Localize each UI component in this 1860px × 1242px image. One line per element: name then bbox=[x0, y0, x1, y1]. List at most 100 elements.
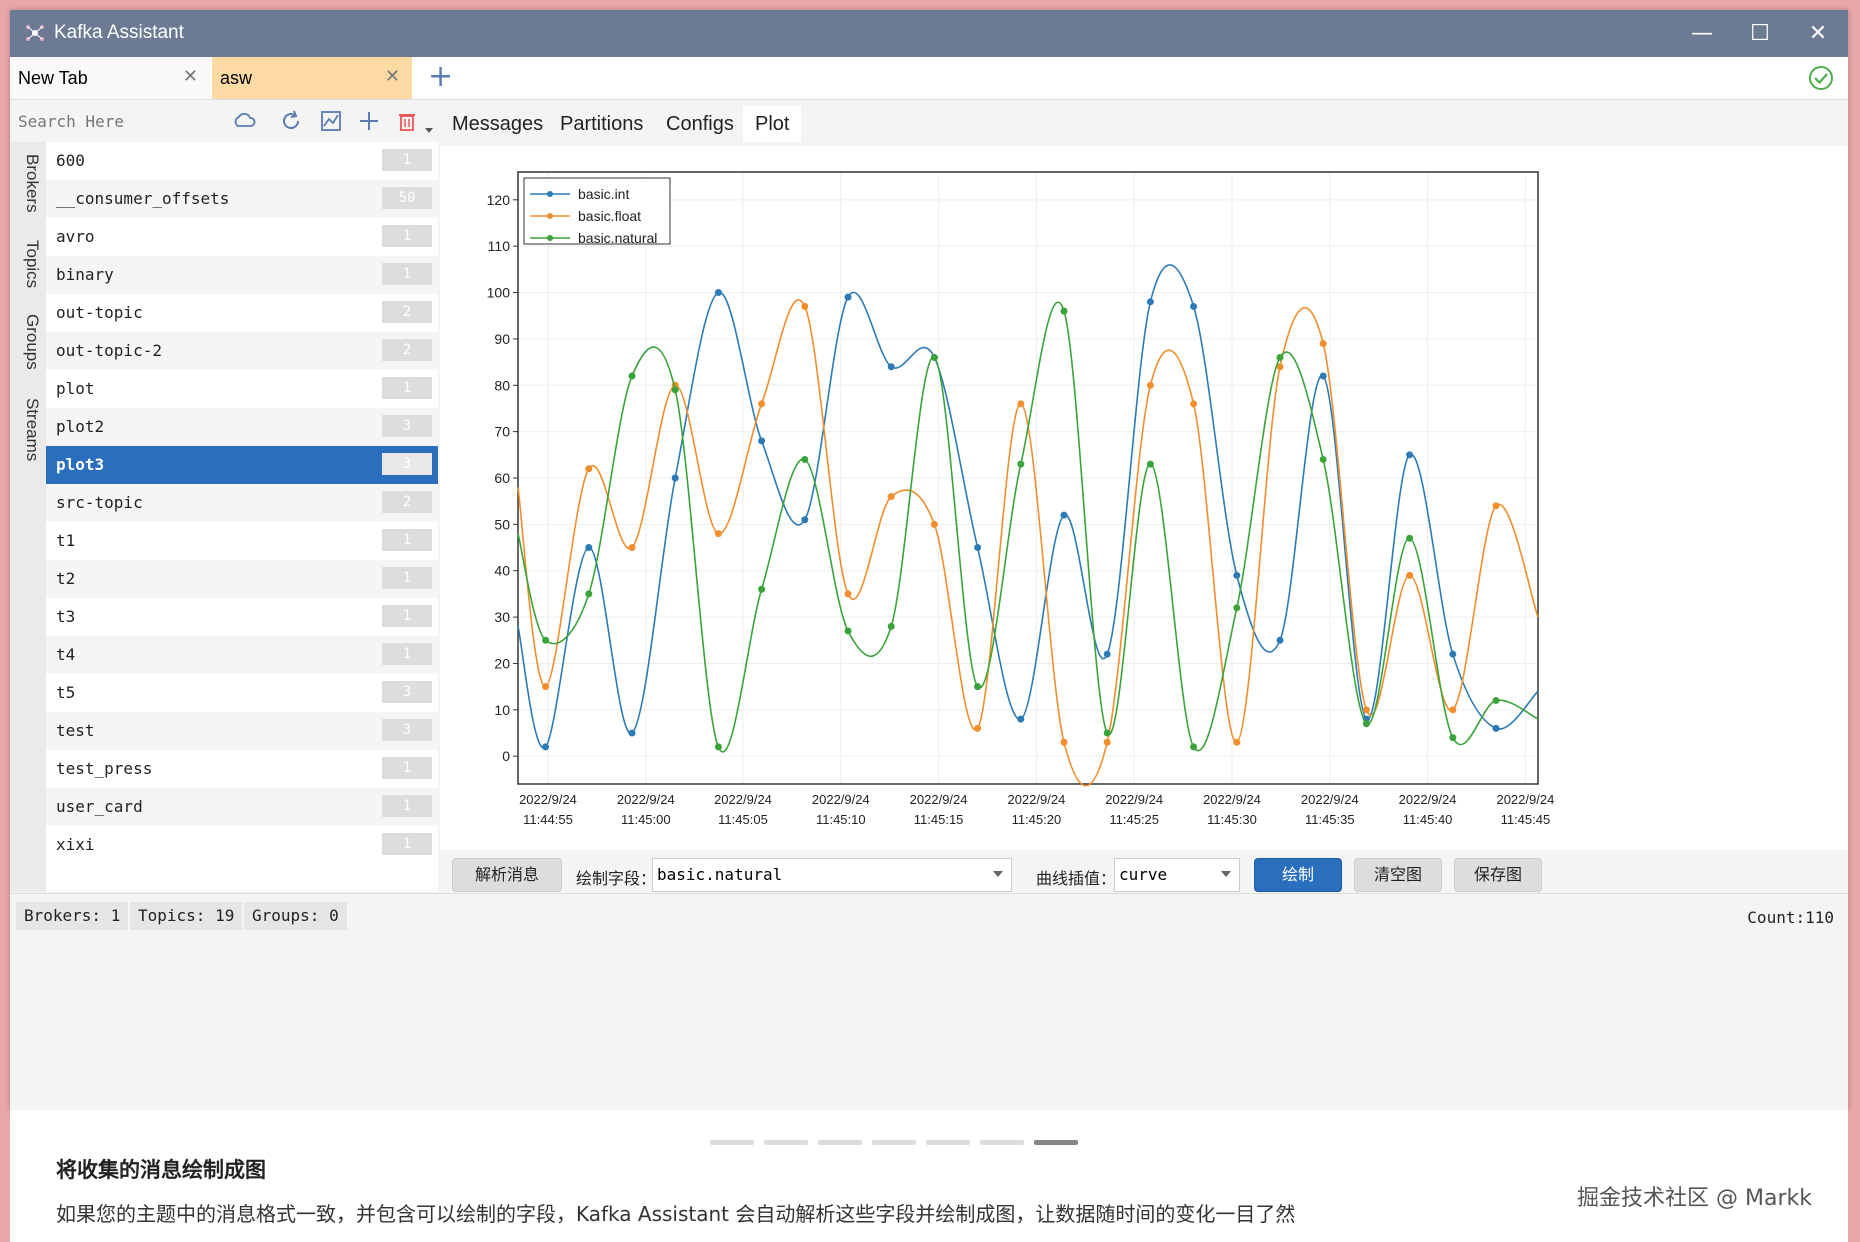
delete-icon[interactable] bbox=[394, 108, 420, 134]
x-tick-label: 2022/9/24 bbox=[812, 792, 870, 807]
interp-select-value: curve bbox=[1119, 865, 1168, 884]
topic-row[interactable]: t3 1 bbox=[46, 598, 438, 636]
data-point bbox=[1319, 372, 1327, 380]
topic-name: plot bbox=[56, 379, 95, 398]
topic-row[interactable]: t5 3 bbox=[46, 674, 438, 712]
partition-count-badge: 3 bbox=[382, 719, 432, 741]
partition-count-badge: 1 bbox=[382, 529, 432, 551]
carousel-dot[interactable] bbox=[764, 1140, 808, 1145]
close-tab-icon[interactable]: ✕ bbox=[183, 66, 198, 87]
topic-row[interactable]: xixi 1 bbox=[46, 826, 438, 864]
right-panel: Messages Partitions Configs Plot 0 10 20 30… bbox=[440, 100, 1848, 892]
topic-name: t4 bbox=[56, 645, 76, 664]
side-tab-brokers[interactable]: Brokers bbox=[14, 154, 42, 213]
side-tab-topics[interactable]: Topics bbox=[14, 240, 42, 288]
parse-messages-button[interactable]: 解析消息 bbox=[452, 858, 562, 892]
partition-count-badge: 1 bbox=[382, 225, 432, 247]
y-tick-label: 20 bbox=[494, 655, 510, 671]
tab-new-tab[interactable]: New Tab ✕ bbox=[10, 57, 210, 99]
draw-button[interactable]: 绘制 bbox=[1254, 858, 1342, 892]
topic-row[interactable]: src-topic 2 bbox=[46, 484, 438, 522]
close-window-icon[interactable]: ✕ bbox=[1788, 14, 1848, 54]
topic-row[interactable]: user_card 1 bbox=[46, 788, 438, 826]
topic-name: binary bbox=[56, 265, 114, 284]
y-tick-label: 40 bbox=[494, 563, 510, 579]
y-tick-label: 30 bbox=[494, 609, 510, 625]
data-point bbox=[1492, 697, 1500, 705]
add-tab-icon[interactable]: + bbox=[428, 59, 453, 94]
search-bar bbox=[10, 100, 438, 142]
partition-count-badge: 1 bbox=[382, 643, 432, 665]
data-point bbox=[1449, 734, 1457, 742]
chevron-down-icon bbox=[993, 871, 1003, 877]
topic-row[interactable]: __consumer_offsets 50 bbox=[46, 180, 438, 218]
clear-plot-button[interactable]: 清空图 bbox=[1354, 858, 1442, 892]
side-tabs: Brokers Topics Groups Streams bbox=[10, 142, 46, 892]
left-panel: Brokers Topics Groups Streams 600 1 __cons… bbox=[10, 100, 438, 892]
field-label: 绘制字段： bbox=[576, 869, 657, 888]
field-select[interactable]: basic.natural bbox=[652, 858, 1012, 892]
x-tick-label: 11:45:30 bbox=[1207, 812, 1257, 827]
topic-row[interactable]: plot2 3 bbox=[46, 408, 438, 446]
x-tick-label: 2022/9/24 bbox=[1203, 792, 1261, 807]
carousel-dot[interactable] bbox=[980, 1140, 1024, 1145]
save-plot-button[interactable]: 保存图 bbox=[1454, 858, 1542, 892]
partition-count-badge: 1 bbox=[382, 377, 432, 399]
add-icon[interactable] bbox=[356, 108, 382, 134]
carousel-dot[interactable] bbox=[818, 1140, 862, 1145]
y-tick-label: 10 bbox=[494, 702, 510, 718]
maximize-icon[interactable]: ☐ bbox=[1730, 14, 1790, 54]
partition-count-badge: 1 bbox=[382, 795, 432, 817]
topic-row[interactable]: t4 1 bbox=[46, 636, 438, 674]
topic-row[interactable]: 600 1 bbox=[46, 142, 438, 180]
data-point bbox=[714, 743, 722, 751]
legend-label: basic.float bbox=[578, 208, 641, 224]
topic-name: test bbox=[56, 721, 95, 740]
tab-partitions[interactable]: Partitions bbox=[548, 106, 655, 142]
topic-row[interactable]: t1 1 bbox=[46, 522, 438, 560]
caption-title: 将收集的消息绘制成图 bbox=[56, 1158, 266, 1182]
more-dropdown-icon[interactable] bbox=[424, 108, 434, 134]
search-input[interactable] bbox=[16, 106, 220, 136]
data-point bbox=[585, 590, 593, 598]
side-tab-groups[interactable]: Groups bbox=[14, 314, 42, 370]
topic-row[interactable]: test_press 1 bbox=[46, 750, 438, 788]
carousel-dot[interactable] bbox=[926, 1140, 970, 1145]
tab-plot[interactable]: Plot bbox=[743, 106, 802, 142]
refresh-icon[interactable] bbox=[278, 108, 304, 134]
x-tick-label: 2022/9/24 bbox=[1105, 792, 1163, 807]
tab-configs[interactable]: Configs bbox=[654, 106, 746, 142]
partition-count-badge: 1 bbox=[382, 149, 432, 171]
partition-count-badge: 1 bbox=[382, 833, 432, 855]
carousel-dot[interactable] bbox=[710, 1140, 754, 1145]
data-point bbox=[1017, 715, 1025, 723]
y-tick-label: 100 bbox=[487, 285, 511, 301]
cloud-connect-icon[interactable] bbox=[232, 108, 258, 134]
close-tab-icon[interactable]: ✕ bbox=[385, 66, 400, 87]
topic-name: avro bbox=[56, 227, 95, 246]
minimize-icon[interactable]: — bbox=[1672, 14, 1732, 54]
chart-icon[interactable] bbox=[318, 108, 344, 134]
carousel-dot[interactable] bbox=[872, 1140, 916, 1145]
data-point bbox=[1060, 307, 1068, 315]
data-point bbox=[1319, 455, 1327, 463]
x-tick-label: 2022/9/24 bbox=[714, 792, 772, 807]
interp-select[interactable]: curve bbox=[1114, 858, 1240, 892]
tab-messages[interactable]: Messages bbox=[440, 106, 555, 142]
topic-row[interactable]: t2 1 bbox=[46, 560, 438, 598]
carousel-dot[interactable] bbox=[1034, 1140, 1078, 1145]
topic-row[interactable]: binary 1 bbox=[46, 256, 438, 294]
topic-row[interactable]: plot 1 bbox=[46, 370, 438, 408]
topic-row[interactable]: plot3 3 bbox=[46, 446, 438, 484]
x-tick-label: 2022/9/24 bbox=[1301, 792, 1359, 807]
topic-row[interactable]: out-topic 2 bbox=[46, 294, 438, 332]
side-tab-streams[interactable]: Streams bbox=[14, 398, 42, 461]
topic-row[interactable]: avro 1 bbox=[46, 218, 438, 256]
data-point bbox=[628, 544, 636, 552]
tab-asw[interactable]: asw ✕ bbox=[212, 57, 412, 99]
x-tick-label: 11:45:00 bbox=[621, 812, 671, 827]
data-point bbox=[1492, 724, 1500, 732]
topic-row[interactable]: test 3 bbox=[46, 712, 438, 750]
data-point bbox=[585, 544, 593, 552]
topic-row[interactable]: out-topic-2 2 bbox=[46, 332, 438, 370]
